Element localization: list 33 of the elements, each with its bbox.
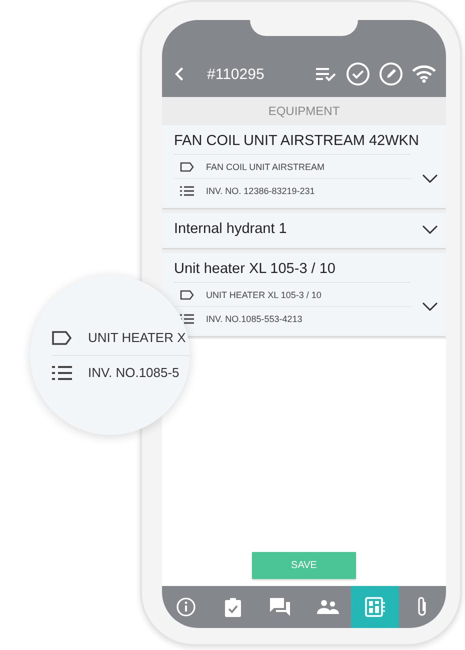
nav-tab[interactable]: [351, 586, 399, 628]
equipment-title: Internal hydrant 1: [174, 221, 287, 237]
chat-icon: [269, 597, 292, 617]
equipment-card[interactable]: Internal hydrant 1: [162, 213, 446, 248]
section-header: EQUIPMENT: [162, 97, 446, 125]
pencil-circle-icon[interactable]: [379, 62, 403, 86]
paperclip-icon: [416, 596, 428, 618]
back-icon[interactable]: [174, 66, 184, 82]
wifi-icon: [412, 65, 436, 83]
detail-text: UNIT HEATER XL 105-3 / 10: [206, 290, 322, 300]
chevron-down-icon[interactable]: [422, 174, 438, 183]
tag-icon: [52, 330, 72, 344]
equipment-title: FAN COIL UNIT AIRSTREAM 42WKN: [174, 133, 419, 149]
detail-text: INV. NO.1085-553-4213: [206, 314, 302, 324]
grid-icon: [364, 597, 385, 617]
check-circle-icon[interactable]: [346, 62, 370, 86]
checklist-icon[interactable]: [315, 66, 337, 82]
info-icon: [176, 597, 196, 617]
detail-text: INV. NO.1085-5: [88, 365, 180, 380]
list-icon: [180, 186, 194, 196]
chevron-down-icon[interactable]: [422, 224, 438, 234]
tag-icon: [180, 162, 194, 172]
tag-icon: [180, 290, 194, 300]
list-icon: [52, 366, 72, 380]
detail-text: INV. NO. 12386-83219-231: [206, 186, 315, 196]
clipboard-check-icon: [224, 596, 242, 618]
chevron-down-icon[interactable]: [422, 302, 438, 311]
people-icon: [316, 599, 339, 615]
equipment-card[interactable]: FAN COIL UNIT AIRSTREAM 42WKN FAN COIL UNIT AIRSTREAM INV. NO. 12386-83219-231: [162, 125, 446, 208]
order-number: #110295: [207, 66, 264, 82]
equipment-title: Unit heater XL 105-3 / 10: [174, 261, 336, 277]
list-icon: [180, 314, 194, 324]
detail-text: FAN COIL UNIT AIRSTREAM: [206, 162, 325, 172]
